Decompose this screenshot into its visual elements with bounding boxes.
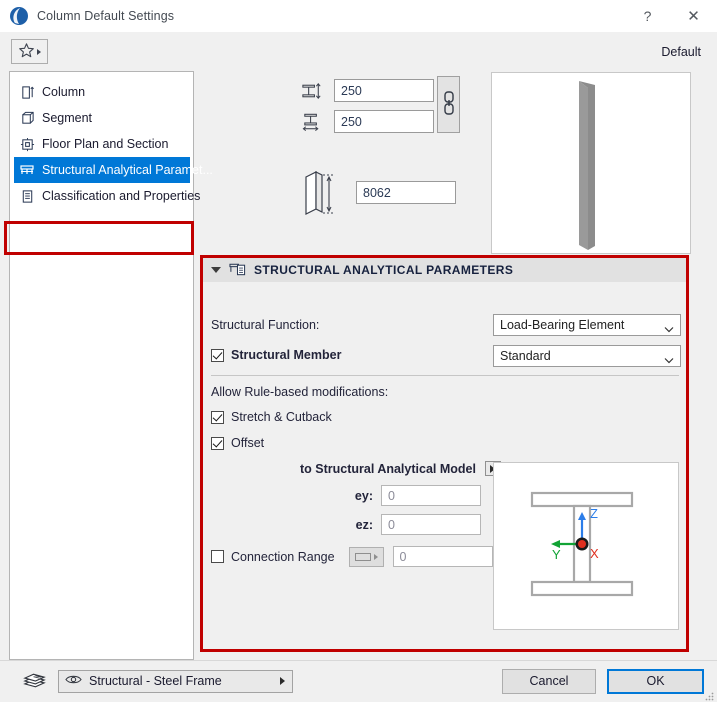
archicad-icon [8, 5, 30, 27]
toolbar: Default [0, 32, 717, 71]
link-dimensions-button[interactable] [437, 76, 460, 133]
column-height-icon [299, 170, 341, 215]
column-icon [19, 84, 35, 100]
default-label: Default [661, 44, 701, 59]
structural-function-value: Load-Bearing Element [500, 318, 625, 332]
column-width-input[interactable]: 250 [334, 79, 434, 102]
structural-panel-wrap: STRUCTURAL ANALYTICAL PARAMETERS Structu… [196, 255, 709, 660]
geometry-area: 250 250 8062 [194, 71, 709, 256]
connection-range-input: 0 [392, 546, 493, 567]
structural-function-row: Structural Function: [211, 318, 319, 332]
section-header[interactable]: STRUCTURAL ANALYTICAL PARAMETERS [203, 258, 686, 282]
sidebar-item-label: Column [42, 85, 86, 99]
sidebar-item-structural-analytical-parameters[interactable]: Structural Analytical Paramet... [14, 157, 213, 183]
stretch-cutback-row[interactable]: Stretch & Cutback [211, 410, 332, 424]
allow-rules-label: Allow Rule-based modifications: [211, 385, 389, 399]
help-button[interactable]: ? [625, 0, 670, 31]
column-depth-row: 250 [299, 110, 434, 133]
title-bar: Column Default Settings ? ✕ [0, 0, 717, 32]
ey-input[interactable]: 0 [381, 485, 481, 506]
svg-text:Z: Z [590, 506, 598, 521]
close-button[interactable]: ✕ [670, 0, 717, 31]
to-structural-analytical-model-label: to Structural Analytical Model [300, 461, 476, 476]
stretch-cutback-checkbox[interactable] [211, 410, 224, 424]
resize-grip-icon[interactable] [705, 690, 714, 701]
sidebar-item-classification-and-properties[interactable]: Classification and Properties [10, 183, 200, 209]
connection-range-icon [348, 546, 384, 567]
structural-member-label: Structural Member [231, 348, 342, 362]
dialog-body: Column Segment Floor Plan and Section St… [0, 71, 717, 660]
settings-content: 250 250 8062 STRUCTURAL ANALYTICAL PARAM… [194, 71, 709, 660]
panel-divider [211, 375, 679, 376]
chain-link-icon [442, 89, 456, 120]
structural-member-row[interactable]: Structural Member [211, 348, 341, 362]
structural-analytical-icon [19, 162, 35, 178]
sidebar-item-label: Classification and Properties [42, 189, 201, 203]
to-structural-analytical-model-row: to Structural Analytical Model [300, 461, 501, 476]
cancel-button[interactable]: Cancel [502, 668, 596, 694]
favorites-button[interactable] [11, 39, 48, 64]
stretch-cutback-label: Stretch & Cutback [231, 410, 332, 424]
connection-range-row: Connection Range 0 [211, 546, 493, 567]
column-height-row: 8062 [299, 170, 456, 215]
structural-analytical-parameters-panel: STRUCTURAL ANALYTICAL PARAMETERS Structu… [203, 258, 686, 649]
sidebar-item-label: Floor Plan and Section [42, 137, 169, 151]
chevron-down-icon [664, 322, 674, 332]
offset-row[interactable]: Offset [211, 436, 264, 450]
column-default-settings-dialog: Column Default Settings ? ✕ Default Colu… [0, 0, 717, 702]
triangle-down-icon[interactable] [211, 267, 221, 273]
layer-combo[interactable]: Structural - Steel Frame [58, 669, 293, 693]
structural-function-select-wrap: Load-Bearing Element [493, 314, 681, 336]
column-depth-icon [299, 111, 325, 133]
ey-row: ey: 0 [343, 485, 481, 506]
classification-icon [19, 188, 35, 204]
eye-icon [65, 674, 82, 688]
svg-text:Y: Y [552, 547, 561, 562]
footer-separator [0, 660, 717, 661]
structural-member-select-wrap: Standard [493, 345, 681, 367]
window-title: Column Default Settings [37, 8, 175, 23]
section-title: STRUCTURAL ANALYTICAL PARAMETERS [254, 263, 514, 277]
structural-member-value: Standard [500, 349, 551, 363]
triangle-right-icon [280, 677, 285, 685]
column-3d-preview[interactable] [491, 72, 691, 254]
i-beam-cross-section: Z Y X [493, 462, 679, 630]
sidebar-tree: Column Segment Floor Plan and Section St… [9, 71, 213, 660]
sidebar-item-column[interactable]: Column [10, 79, 193, 105]
column-depth-input[interactable]: 250 [334, 110, 434, 133]
dialog-footer: Structural - Steel Frame Cancel OK [0, 660, 717, 702]
ok-button[interactable]: OK [607, 668, 704, 694]
column-width-row: 250 [299, 79, 434, 102]
sidebar-item-segment[interactable]: Segment [10, 105, 193, 131]
structural-function-label: Structural Function: [211, 318, 320, 332]
column-height-input[interactable]: 8062 [356, 181, 456, 204]
svg-text:X: X [590, 546, 599, 561]
layer-value: Structural - Steel Frame [89, 674, 222, 688]
offset-checkbox[interactable] [211, 436, 224, 450]
sidebar-item-floor-plan-and-section[interactable]: Floor Plan and Section [10, 131, 193, 157]
floor-plan-icon [19, 136, 35, 152]
offset-label: Offset [231, 436, 265, 450]
ey-label: ey: [354, 488, 373, 503]
structural-analytical-icon [229, 261, 246, 280]
connection-range-label: Connection Range [231, 549, 335, 564]
allow-rules-row: Allow Rule-based modifications: [211, 385, 388, 399]
column-width-icon [299, 80, 325, 102]
segment-icon [19, 110, 35, 126]
ez-row: ez: 0 [343, 514, 481, 535]
chevron-right-icon [37, 48, 41, 55]
ez-label: ez: [355, 517, 373, 532]
layers-icon[interactable] [21, 670, 47, 692]
sidebar-item-label: Structural Analytical Paramet... [42, 163, 213, 177]
sidebar-item-label: Segment [42, 111, 93, 125]
structural-function-select[interactable]: Load-Bearing Element [493, 314, 681, 336]
connection-range-checkbox[interactable] [211, 550, 224, 563]
structural-member-checkbox[interactable] [211, 348, 224, 362]
chevron-down-icon [664, 353, 674, 363]
ez-input[interactable]: 0 [381, 514, 481, 535]
structural-member-select[interactable]: Standard [493, 345, 681, 367]
star-icon [18, 42, 35, 62]
